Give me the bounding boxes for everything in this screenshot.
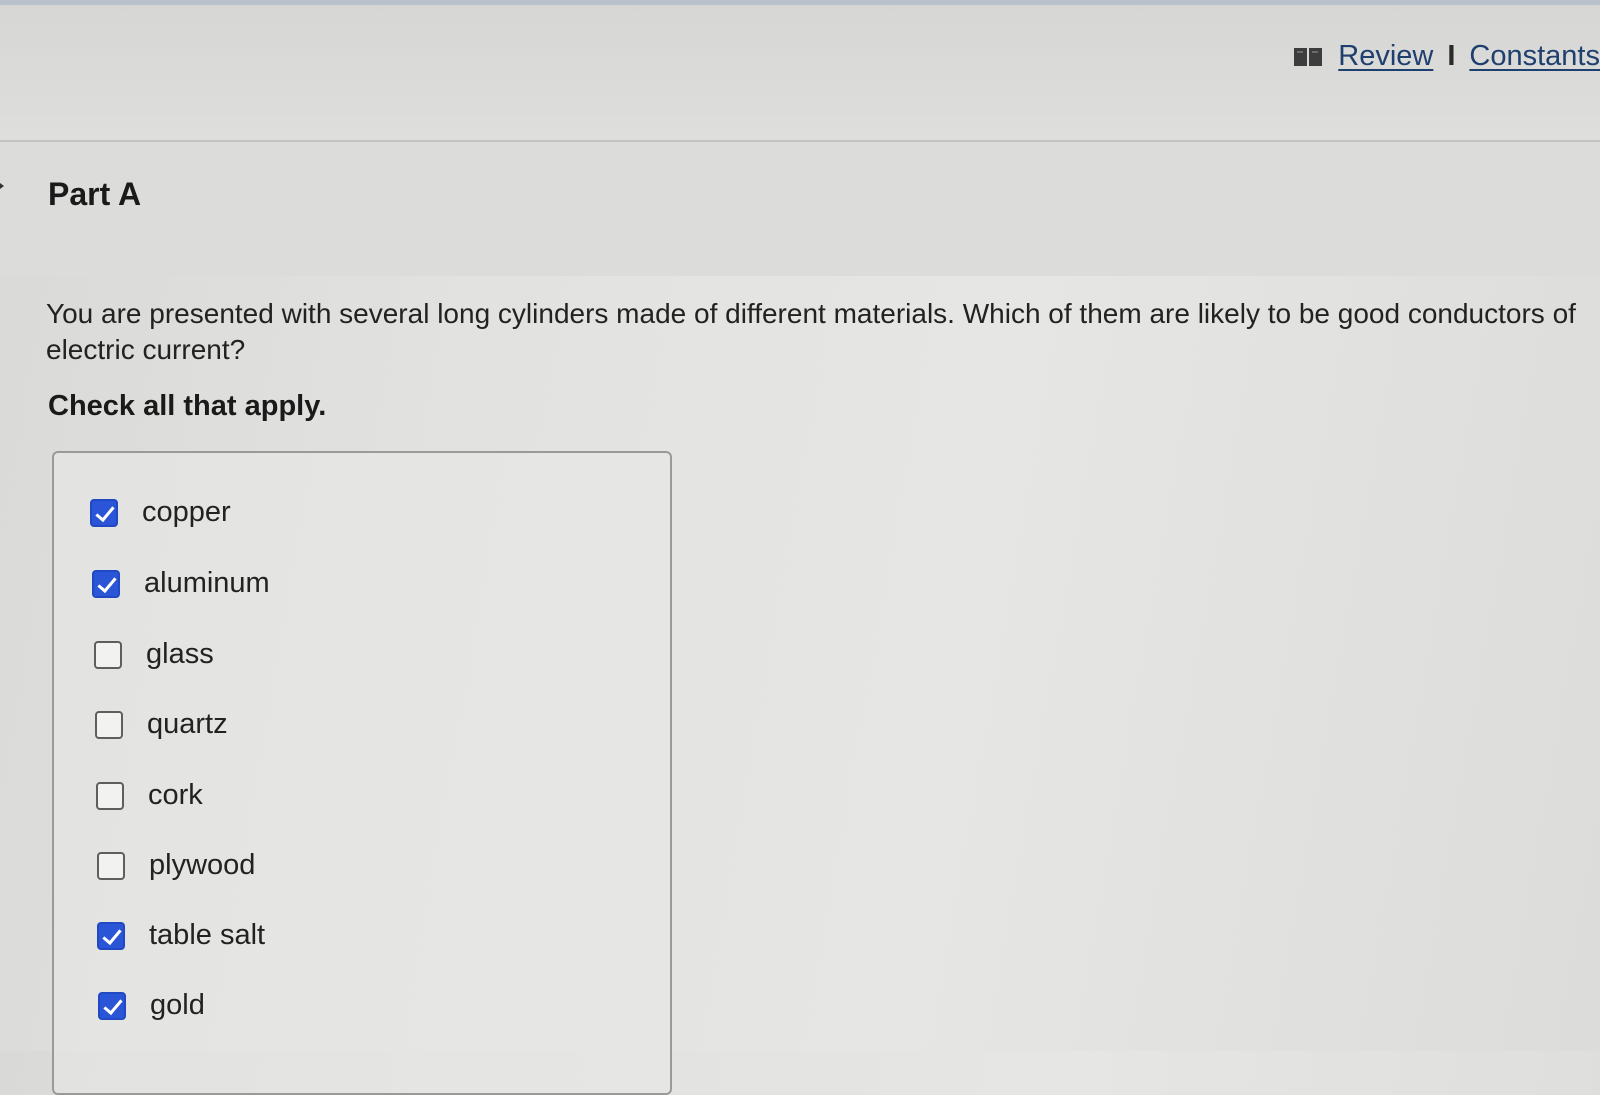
checkbox-checked[interactable] — [97, 921, 125, 950]
option-copper[interactable]: copper — [90, 496, 231, 529]
instruction-text: Check all that apply. — [48, 390, 327, 422]
checkbox-checked[interactable] — [98, 991, 126, 1020]
option-label: cork — [148, 779, 203, 811]
option-label: glass — [146, 638, 214, 670]
header-links: Review I Constants — [1294, 40, 1600, 73]
checkbox-checked[interactable] — [90, 498, 118, 527]
part-title: Part A — [48, 176, 142, 212]
checkbox-unchecked[interactable] — [94, 640, 122, 669]
option-label: quartz — [147, 708, 228, 740]
checkbox-unchecked[interactable] — [96, 781, 124, 810]
option-plywood[interactable]: plywood — [97, 849, 255, 882]
review-link[interactable]: Review — [1338, 40, 1433, 73]
option-label: table salt — [149, 919, 266, 951]
header-top-edge — [0, 0, 1600, 5]
option-glass[interactable]: glass — [94, 638, 214, 671]
option-cork[interactable]: cork — [96, 779, 203, 812]
option-label: gold — [150, 989, 205, 1021]
option-aluminum[interactable]: aluminum — [92, 567, 270, 600]
part-header-band — [0, 142, 1600, 276]
book-icon — [1294, 47, 1323, 66]
option-table-salt[interactable]: table salt — [97, 919, 265, 952]
checkbox-unchecked[interactable] — [95, 710, 123, 739]
option-gold[interactable]: gold — [98, 989, 205, 1022]
option-label: aluminum — [144, 567, 270, 599]
checkbox-unchecked[interactable] — [97, 851, 125, 880]
link-separator: I — [1447, 40, 1456, 72]
question-text: You are presented with several long cyli… — [46, 298, 1576, 365]
collapse-caret-icon[interactable] — [0, 180, 4, 192]
header-bar: Review I Constants — [0, 0, 1600, 142]
option-quartz[interactable]: quartz — [95, 708, 228, 741]
constants-link[interactable]: Constants — [1469, 40, 1600, 73]
option-label: plywood — [149, 849, 256, 881]
option-label: copper — [142, 496, 231, 528]
checkbox-checked[interactable] — [92, 569, 120, 598]
